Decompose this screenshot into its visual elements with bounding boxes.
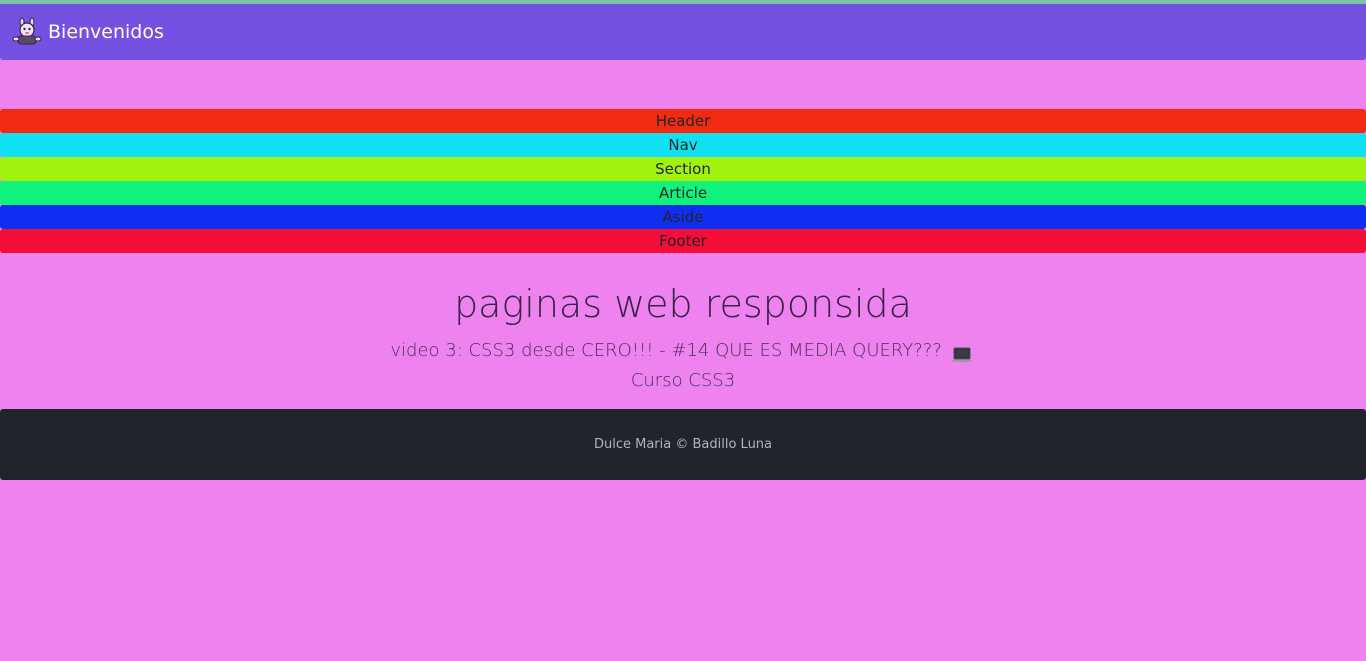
section-bars: Header Nav Section Article Aside Footer [0, 109, 1366, 253]
bar-article: Article [0, 181, 1366, 205]
page-subtitle: video 3: CSS3 desde CERO!!! - #14 QUE ES… [373, 336, 993, 396]
footer-credits: Dulce Maria © Badillo Luna [593, 437, 773, 452]
navbar-brand[interactable]: Bienvenidos [12, 17, 164, 47]
cartoon-character-icon [12, 17, 42, 47]
bar-aside: Aside [0, 205, 1366, 229]
bar-section: Section [0, 157, 1366, 181]
bar-footer: Footer [0, 229, 1366, 253]
navbar-brand-text: Bienvenidos [48, 21, 164, 43]
subtitle-text: video 3: CSS3 desde CERO!!! - #14 QUE ES… [390, 340, 942, 361]
navbar: Bienvenidos [0, 4, 1366, 60]
page-title: paginas web responsida [454, 282, 912, 326]
bar-nav: Nav [0, 133, 1366, 157]
subtitle-suffix: Curso CSS3 [630, 370, 736, 391]
laptop-icon [951, 343, 973, 362]
page-footer: Dulce Maria © Badillo Luna [0, 409, 1366, 480]
bar-header: Header [0, 109, 1366, 133]
